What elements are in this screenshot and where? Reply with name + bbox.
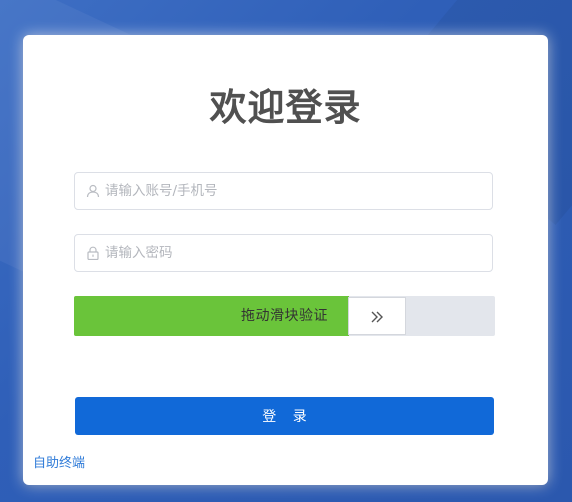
slider-label: 拖动滑块验证: [241, 308, 328, 324]
password-input[interactable]: [105, 235, 485, 271]
slider-handle[interactable]: [348, 297, 406, 335]
double-chevron-right-icon: [371, 311, 383, 323]
username-input[interactable]: [105, 173, 485, 209]
password-field[interactable]: [74, 234, 493, 272]
username-field[interactable]: [74, 172, 493, 210]
login-button[interactable]: 登 录: [75, 397, 494, 435]
self-service-link[interactable]: 自助终端: [33, 452, 85, 471]
lock-icon: [87, 246, 99, 260]
user-icon: [86, 184, 100, 198]
page-title: 欢迎登录: [209, 86, 362, 129]
login-card: 欢迎登录 拖动滑块验证 登 录 自助终端: [23, 35, 548, 485]
slider-captcha[interactable]: 拖动滑块验证: [74, 296, 495, 336]
